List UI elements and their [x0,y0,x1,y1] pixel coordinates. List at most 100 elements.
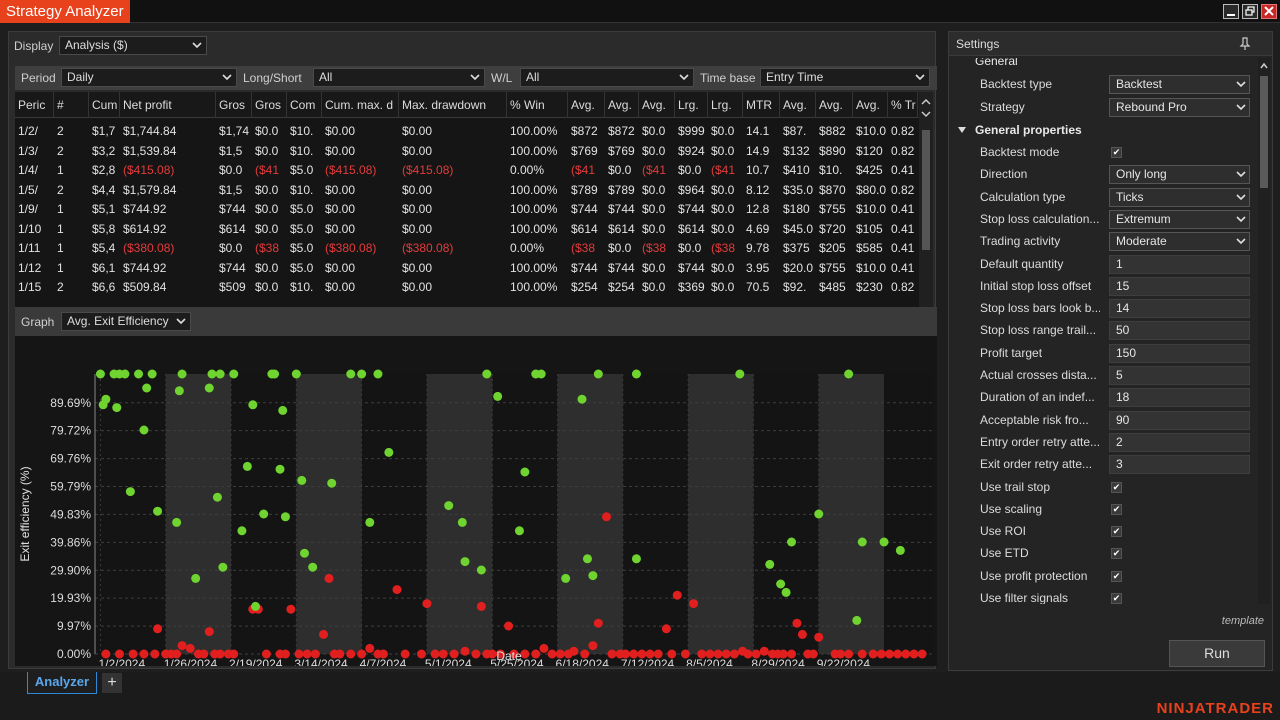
settings-scroll-thumb[interactable] [1260,76,1268,188]
display-dropdown[interactable]: Analysis ($) [59,36,207,55]
loss-point [778,649,788,659]
column-header[interactable]: Lrg. [675,92,708,118]
category-label: General properties [975,123,1082,137]
x-tick-label: 2/19/2024 [229,657,283,666]
prop-dropdown[interactable]: Ticks [1109,187,1250,207]
prop-label: Backtest type [980,77,1053,91]
wl-dropdown[interactable]: All [520,68,694,87]
table-row[interactable]: 1/4/1 $2,8 ($415.08) $0.0 ($41 $5.0 ($415.08) (… [15,161,915,181]
pin-icon[interactable] [1239,37,1251,51]
table-row[interactable]: 1/10 1 $5,8 $614.92 $614 $0.0 $5.0 $0.00 $0.00 10… [15,220,915,240]
win-point [582,554,592,564]
restore-button[interactable] [1242,4,1258,19]
prop-value: 15 [1116,278,1130,293]
period-dropdown[interactable]: Daily [61,68,237,87]
column-header[interactable]: Avg. [568,92,605,118]
property-row: Use scaling ✔ [949,498,1257,520]
column-header[interactable]: # [54,92,89,118]
prop-input[interactable]: 50 [1109,321,1250,341]
prop-input[interactable]: 5 [1109,366,1250,385]
checkbox[interactable]: ✔ [1111,147,1122,158]
loss-point [204,627,214,637]
prop-dropdown[interactable]: Only long [1109,165,1250,185]
prop-value: 90 [1116,412,1130,427]
column-header[interactable]: % Win [507,92,568,118]
prop-input[interactable]: 2 [1109,432,1250,452]
column-header[interactable]: % Tr [888,92,918,118]
prop-input[interactable]: 90 [1109,410,1250,430]
table-cell: ($38 [571,241,596,255]
table-cell: $744 [678,202,705,216]
column-header[interactable]: Avg. [639,92,675,118]
win-point [215,369,225,379]
minimize-button[interactable] [1223,4,1239,19]
close-button[interactable] [1261,4,1277,19]
loss-point [365,643,375,653]
column-header[interactable]: Avg. [780,92,816,118]
table-scroll-thumb[interactable] [922,130,930,250]
table-cell: $5,1 [92,202,116,216]
prop-input[interactable]: 14 [1109,299,1250,319]
checkbox[interactable]: ✔ [1111,503,1122,515]
table-cell: 100.00% [510,182,558,197]
strategy-dropdown[interactable]: Rebound Pro [1109,98,1250,117]
column-header[interactable]: Lrg. [708,92,743,118]
column-header[interactable]: Cum. max. d [322,92,399,118]
table-cell: $0.00 [325,202,356,216]
prop-input[interactable]: 3 [1109,455,1250,475]
table-cell: ($380.08) [325,241,377,255]
backtest-type-dropdown[interactable]: Backtest [1109,75,1250,94]
win-point [259,509,269,519]
column-header[interactable]: Gros [252,92,287,118]
column-header[interactable]: Cum [89,92,120,118]
prop-label: Strategy [980,100,1025,114]
tab-analyzer[interactable]: Analyzer [27,672,97,694]
table-row[interactable]: 1/3/2 $3,2 $1,539.84 $1,5 $0.0 $10. $0.00 $0.00… [15,142,915,162]
loss-point [697,649,707,659]
checkbox[interactable]: ✔ [1111,548,1122,560]
checkbox[interactable]: ✔ [1111,526,1122,538]
prop-dropdown[interactable]: Extremum [1109,209,1250,229]
run-button[interactable]: Run [1169,640,1265,667]
table-header: Peric # Cum Net profit Gros Gros Com Cum. max. … [15,92,933,118]
category-general[interactable]: General [975,58,1018,72]
column-header[interactable]: Peric [15,92,54,118]
table-row[interactable]: 1/11 1 $5,4 ($380.08) $0.0 ($38 $5.0 ($380.08) (… [15,239,915,259]
timebase-dropdown[interactable]: Entry Time [760,68,930,87]
category-general-properties[interactable]: General properties [949,119,1257,141]
checkbox[interactable]: ✔ [1111,570,1122,582]
table-row[interactable]: 1/2/2 $1,7 $1,744.84 $1,74 $0.0 $10. $0.00 $0.0… [15,122,915,142]
column-header[interactable]: MTR [743,92,780,118]
table-row[interactable]: 1/15 2 $6,6 $509.84 $509 $0.0 $10. $0.00 $0.00 10… [15,278,915,298]
checkbox[interactable]: ✔ [1111,593,1122,604]
table-row[interactable]: 1/9/1 $5,1 $744.92 $744 $0.0 $5.0 $0.00 $0.00 10… [15,200,915,220]
table-cell: $0.00 [402,280,433,294]
graph-dropdown[interactable]: Avg. Exit Efficiency [61,312,191,331]
table-row[interactable]: 1/5/2 $4,4 $1,579.84 $1,5 $0.0 $10. $0.00 $0.00… [15,181,915,201]
add-tab-button[interactable]: + [102,673,122,693]
column-header[interactable]: Avg. [816,92,853,118]
graph-label: Graph [21,315,55,329]
prop-input[interactable]: 1 [1109,254,1250,274]
settings-scrollbar[interactable] [1258,58,1270,604]
table-row[interactable]: 1/12 1 $6,1 $744.92 $744 $0.0 $5.0 $0.00 $0.00 10… [15,259,915,279]
prop-input[interactable]: 18 [1109,388,1250,408]
template-link[interactable]: template [1222,615,1264,627]
column-header[interactable]: Avg. [605,92,639,118]
graph-value: Avg. Exit Efficiency [67,314,169,328]
column-header[interactable]: Avg. [853,92,888,118]
table-cell: $0.0 [255,260,279,275]
longshort-dropdown[interactable]: All [313,68,485,87]
checkbox[interactable]: ✔ [1111,481,1122,493]
win-point [177,369,187,379]
table-cell: $870 [819,182,846,197]
prop-input[interactable]: 150 [1109,343,1250,363]
table-scrollbar[interactable] [919,92,933,330]
win-point [191,573,201,583]
column-header[interactable]: Max. drawdown [399,92,507,118]
column-header[interactable]: Net profit [120,92,216,118]
prop-dropdown[interactable]: Moderate [1109,232,1250,252]
prop-input[interactable]: 15 [1109,276,1250,296]
column-header[interactable]: Com [287,92,322,118]
column-header[interactable]: Gros [216,92,252,118]
